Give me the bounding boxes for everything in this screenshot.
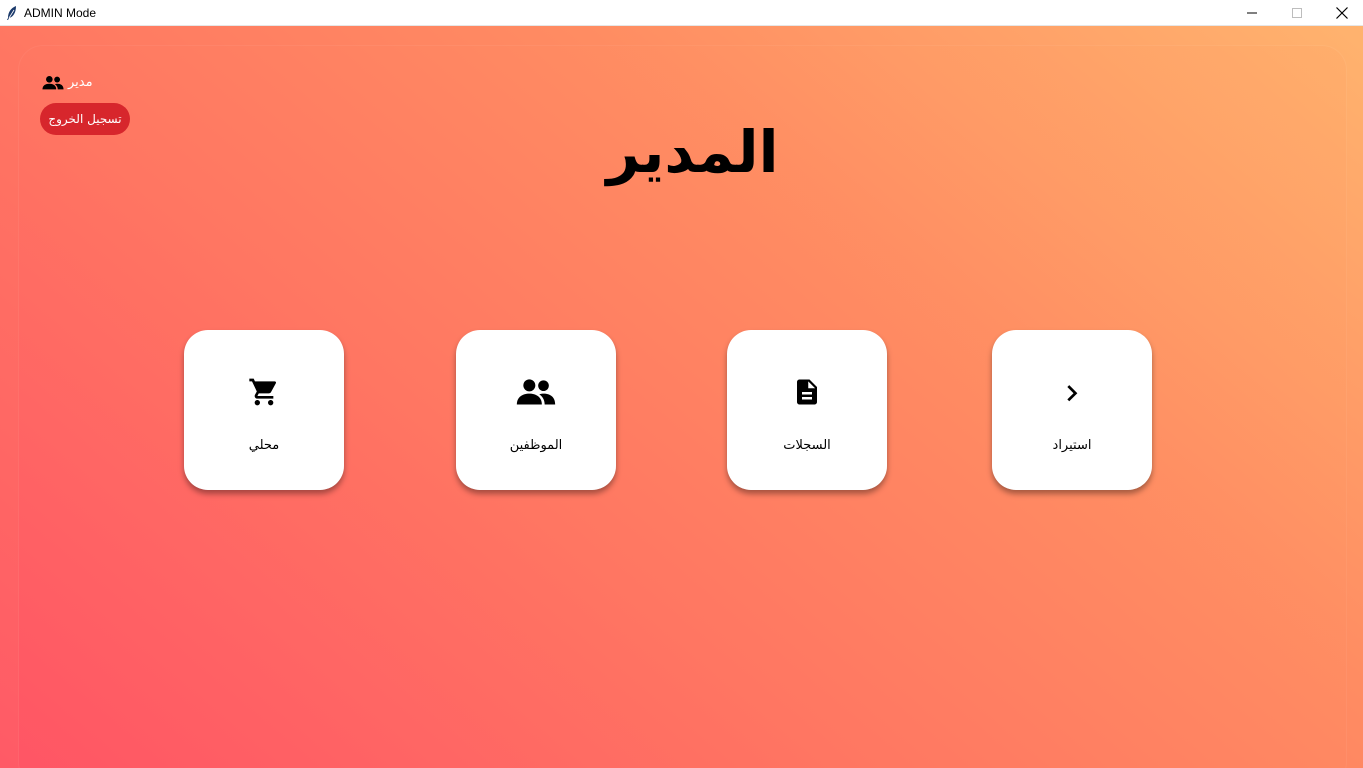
card-employees-icon-wrap <box>456 374 616 410</box>
card-local-label: محلي <box>248 438 280 453</box>
card-employees-label: الموظفين <box>509 438 563 453</box>
close-button[interactable] <box>1319 0 1363 26</box>
card-records[interactable]: السجلات <box>727 330 887 490</box>
chevron-right-icon <box>1067 385 1078 402</box>
document-icon <box>797 379 817 405</box>
close-icon <box>1335 7 1348 19</box>
feather-icon <box>7 6 16 20</box>
current-user: مدير <box>42 73 93 93</box>
minimize-button[interactable] <box>1229 0 1274 26</box>
card-local-icon-wrap <box>184 374 344 410</box>
user-role-label: مدير <box>68 75 93 90</box>
shopping-cart-icon <box>249 378 277 406</box>
page-title: المدير <box>606 118 779 186</box>
card-import-icon-wrap <box>992 374 1152 410</box>
app-window: ADMIN Mode مدير تسجيل الخروج المدير محلي… <box>0 0 1363 768</box>
window-title: ADMIN Mode <box>24 6 97 20</box>
card-import-label: استيراد <box>1052 438 1092 453</box>
minimize-icon <box>1246 12 1257 14</box>
people-icon <box>516 379 556 405</box>
maximize-icon <box>1291 8 1302 18</box>
card-import[interactable]: استيراد <box>992 330 1152 490</box>
card-employees[interactable]: الموظفين <box>456 330 616 490</box>
card-records-label: السجلات <box>783 438 831 453</box>
title-bar[interactable]: ADMIN Mode <box>0 0 1363 26</box>
maximize-button[interactable] <box>1274 0 1319 26</box>
user-group-icon <box>42 76 64 90</box>
card-records-icon-wrap <box>727 374 887 410</box>
card-local[interactable]: محلي <box>184 330 344 490</box>
